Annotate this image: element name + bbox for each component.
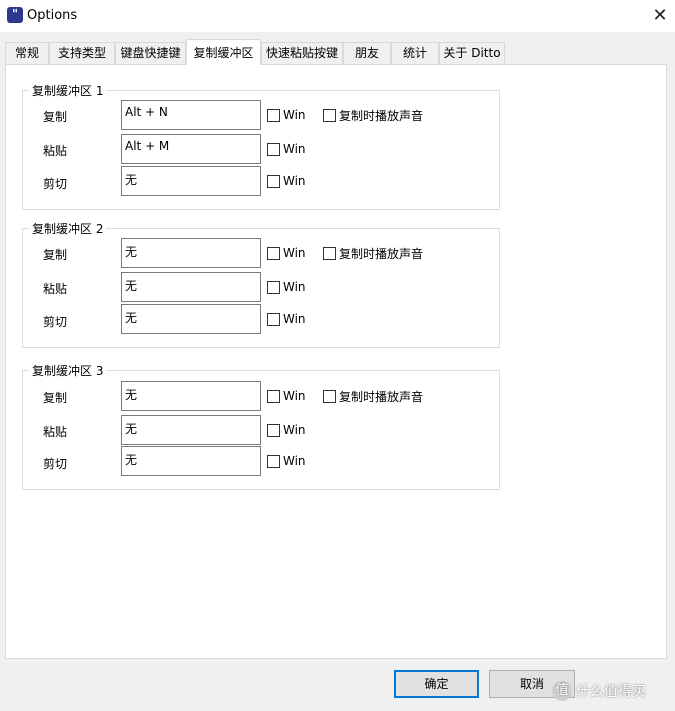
- checkbox-box: [267, 142, 280, 156]
- tab-friends[interactable]: 朋友: [343, 42, 391, 64]
- checkbox-box: [267, 389, 280, 403]
- play-sound-checkbox[interactable]: 复制时播放声音: [323, 245, 423, 261]
- checkbox-box: [323, 246, 336, 260]
- paste-hotkey-field[interactable]: Alt + M: [121, 134, 261, 164]
- cut-win-checkbox[interactable]: Win: [267, 311, 306, 327]
- copy-hotkey-field[interactable]: 无: [121, 381, 261, 411]
- title-bar: " Options ✕: [0, 0, 675, 32]
- checkbox-box: [267, 174, 280, 188]
- win-label: Win: [283, 142, 306, 156]
- win-label: Win: [283, 423, 306, 437]
- tab-panel: 复制缓冲区 1 复制 Alt + N Win 复制时播放声音 粘贴 Alt + …: [5, 64, 667, 659]
- window-title: Options: [27, 8, 78, 23]
- paste-label: 粘贴: [43, 144, 68, 158]
- copy-buffer-group-2: 复制缓冲区 2 复制 无 Win 复制时播放声音 粘贴 无 Win 剪切 无 W…: [22, 220, 500, 348]
- tab-keyboard-shortcuts[interactable]: 键盘快捷键: [115, 42, 186, 64]
- win-label: Win: [283, 454, 306, 468]
- copy-label: 复制: [43, 391, 68, 405]
- cut-hotkey-field[interactable]: 无: [121, 446, 261, 476]
- cut-win-checkbox[interactable]: Win: [267, 453, 306, 469]
- checkbox-box: [267, 280, 280, 294]
- play-sound-checkbox[interactable]: 复制时播放声音: [323, 388, 423, 404]
- tab-quick-paste-keys[interactable]: 快速粘贴按键: [261, 42, 343, 64]
- cut-win-checkbox[interactable]: Win: [267, 173, 306, 189]
- checkbox-box: [323, 108, 336, 122]
- close-icon[interactable]: ✕: [646, 3, 674, 29]
- ok-button[interactable]: 确定: [394, 670, 479, 698]
- cut-label: 剪切: [43, 315, 68, 329]
- group-title: 复制缓冲区 1: [29, 82, 107, 99]
- watermark-badge: 值: [552, 681, 572, 701]
- watermark-text: 什么值得买: [576, 684, 646, 700]
- tab-stats[interactable]: 统计: [391, 42, 439, 64]
- copy-hotkey-field[interactable]: 无: [121, 238, 261, 268]
- watermark: 值 什么值得买: [552, 681, 646, 701]
- win-label: Win: [283, 174, 306, 188]
- app-icon: ": [7, 7, 23, 23]
- win-label: Win: [283, 246, 306, 260]
- copy-win-checkbox[interactable]: Win: [267, 245, 306, 261]
- group-title: 复制缓冲区 3: [29, 362, 107, 379]
- paste-win-checkbox[interactable]: Win: [267, 141, 306, 157]
- checkbox-box: [267, 454, 280, 468]
- checkbox-box: [267, 108, 280, 122]
- play-sound-checkbox[interactable]: 复制时播放声音: [323, 107, 423, 123]
- tab-copy-buffers[interactable]: 复制缓冲区: [186, 39, 261, 65]
- paste-label: 粘贴: [43, 425, 68, 439]
- copy-win-checkbox[interactable]: Win: [267, 107, 306, 123]
- copy-label: 复制: [43, 110, 68, 124]
- copy-hotkey-field[interactable]: Alt + N: [121, 100, 261, 130]
- paste-win-checkbox[interactable]: Win: [267, 279, 306, 295]
- cut-hotkey-field[interactable]: 无: [121, 304, 261, 334]
- play-sound-label: 复制时播放声音: [339, 108, 424, 123]
- paste-label: 粘贴: [43, 282, 68, 296]
- cut-hotkey-field[interactable]: 无: [121, 166, 261, 196]
- win-label: Win: [283, 108, 306, 122]
- win-label: Win: [283, 280, 306, 294]
- copy-buffer-group-1: 复制缓冲区 1 复制 Alt + N Win 复制时播放声音 粘贴 Alt + …: [22, 82, 500, 210]
- paste-win-checkbox[interactable]: Win: [267, 422, 306, 438]
- win-label: Win: [283, 389, 306, 403]
- win-label: Win: [283, 312, 306, 326]
- tab-about-ditto[interactable]: 关于 Ditto: [439, 42, 505, 64]
- paste-hotkey-field[interactable]: 无: [121, 272, 261, 302]
- paste-hotkey-field[interactable]: 无: [121, 415, 261, 445]
- tab-supported-types[interactable]: 支持类型: [49, 42, 115, 64]
- copy-win-checkbox[interactable]: Win: [267, 388, 306, 404]
- cut-label: 剪切: [43, 457, 68, 471]
- group-title: 复制缓冲区 2: [29, 220, 107, 237]
- checkbox-box: [267, 246, 280, 260]
- tab-general[interactable]: 常规: [5, 42, 49, 64]
- checkbox-box: [323, 389, 336, 403]
- cut-label: 剪切: [43, 177, 68, 191]
- copy-buffer-group-3: 复制缓冲区 3 复制 无 Win 复制时播放声音 粘贴 无 Win 剪切 无 W…: [22, 362, 500, 490]
- play-sound-label: 复制时播放声音: [339, 389, 424, 404]
- copy-label: 复制: [43, 248, 68, 262]
- checkbox-box: [267, 312, 280, 326]
- checkbox-box: [267, 423, 280, 437]
- play-sound-label: 复制时播放声音: [339, 246, 424, 261]
